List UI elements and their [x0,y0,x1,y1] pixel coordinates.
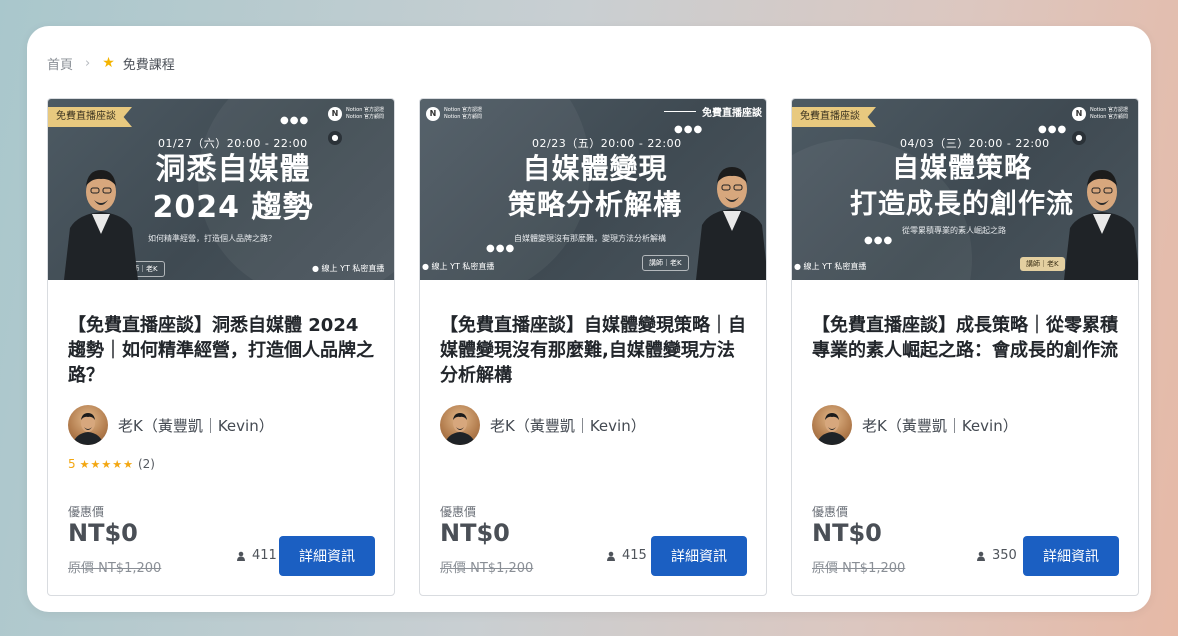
company-logo-icon: ● [328,131,342,145]
course-title[interactable]: 【免費直播座談】自媒體變現策略｜自媒體變現沒有那麼難,自媒體變現方法分析解構 [440,313,750,388]
thumb-headline-2: 策略分析解構 [507,188,682,221]
rating-count: (2) [137,457,155,471]
details-button[interactable]: 詳細資訊 [1023,536,1119,576]
notion-logo-icon: N [426,107,440,121]
course-thumbnail[interactable]: 免費直播座談 ●●● N Notion 官方認證 Notion 官方顧問 ● 04… [792,99,1138,280]
thumb-tag: 講師｜老K [642,255,689,271]
dots-icon: ●●● [674,124,704,135]
speaker-photo [1064,170,1138,280]
course-card[interactable]: 免費直播座談 N Notion 官方認證 Notion 官方顧問 ●●● 02/2… [419,98,767,596]
thumb-date: 01/27（六）20:00 - 22:00 [158,137,308,150]
thumb-headline-2: 打造成長的創作流 [850,189,1074,220]
speaker-photo [64,170,138,280]
course-title[interactable]: 【免費直播座談】成長策略｜從零累積專業的素人崛起之路：會成長的創作流 [812,313,1122,363]
details-button[interactable]: 詳細資訊 [651,536,747,576]
user-icon [977,551,985,561]
thumb-subtitle: 自媒體變現沒有那麼難，變現方法分析解構 [514,234,666,243]
dots-icon: ●●● [1038,124,1068,135]
thumb-headline-1: 自媒體策略 [892,153,1032,184]
student-count: 415 [606,548,647,563]
star-icon: ★ [102,55,115,71]
price: NT$0 [440,519,510,547]
breadcrumb: 首頁 › ★ 免費課程 [47,53,175,73]
original-price: 原價 NT$1,200 [68,561,162,576]
original-price: 原價 NT$1,200 [812,561,906,576]
student-count-value: 411 [252,548,277,563]
dots-icon: ●●● [280,115,310,126]
thumb-tag: 講師｜老K [1020,257,1065,271]
course-title[interactable]: 【免費直播座談】洞悉自媒體 2024 趨勢｜如何精準經營，打造個人品牌之路？ [68,313,378,388]
author: 老K（黃豐凱｜Kevin） [440,405,646,445]
student-count: 350 [976,548,1017,563]
author: 老K（黃豐凱｜Kevin） [812,405,1018,445]
course-panel: 首頁 › ★ 免費課程 免費直播座談 ●●● N Notion 官方認證 Noti… [27,26,1151,612]
user-icon [237,551,245,561]
thumb-live: ● 線上 YT 私密直播 [422,262,495,271]
student-count-value: 350 [992,548,1017,563]
thumb-ribbon: 免費直播座談 [48,107,132,127]
star-rating-icon: ★★★★★ [79,457,134,471]
thumb-subtitle: 如何精準經營，打造個人品牌之路？ [148,234,276,243]
speaker-photo [696,167,766,280]
thumb-headline-2: 2024 趨勢 [152,190,314,225]
avatar [812,405,852,445]
dots-icon: ●●● [864,235,894,246]
breadcrumb-home[interactable]: 首頁 [47,54,73,73]
notion-logo-icon: N [328,107,342,121]
thumb-live: ● 線上 YT 私密直播 [794,262,867,271]
avatar [440,405,480,445]
price: NT$0 [812,519,882,547]
course-thumbnail[interactable]: 免費直播座談 ●●● N Notion 官方認證 Notion 官方顧問 ● 01… [48,99,394,280]
thumb-ribbon: 免費直播座談 [792,107,876,127]
author: 老K（黃豐凱｜Kevin） [68,405,274,445]
price-label: 優惠價 [812,505,849,519]
thumb-live: ● 線上 YT 私密直播 [312,264,385,273]
avatar [68,405,108,445]
author-name: 老K（黃豐凱｜Kevin） [862,416,1018,435]
rating: 5 ★★★★★ (2) [68,457,155,471]
course-thumbnail[interactable]: 免費直播座談 N Notion 官方認證 Notion 官方顧問 ●●● 02/2… [420,99,766,280]
rating-score: 5 [68,457,76,471]
student-count-value: 415 [622,548,647,563]
dots-icon: ●●● [486,243,516,254]
thumb-date: 04/03（三）20:00 - 22:00 [900,137,1050,150]
logo-text: Notion 官方認證 Notion 官方顧問 [346,107,384,120]
author-name: 老K（黃豐凱｜Kevin） [118,416,274,435]
thumb-date: 02/23（五）20:00 - 22:00 [532,137,682,150]
price-label: 優惠價 [68,505,105,519]
thumb-top-label: 免費直播座談 [702,108,762,119]
student-count: 411 [236,548,277,563]
user-icon [607,551,615,561]
breadcrumb-current: 免費課程 [122,57,175,73]
thumb-headline-1: 自媒體變現 [522,152,668,185]
thumb-subtitle: 從零累積專業的素人崛起之路 [902,226,1006,235]
logo-text: Notion 官方認證 Notion 官方顧問 [444,107,482,120]
notion-logo-icon: N [1072,107,1086,121]
logo-text: Notion 官方認證 Notion 官方顧問 [1090,107,1128,120]
author-name: 老K（黃豐凱｜Kevin） [490,416,646,435]
thumb-headline-1: 洞悉自媒體 [155,152,311,187]
details-button[interactable]: 詳細資訊 [279,536,375,576]
price-label: 優惠價 [440,505,477,519]
price: NT$0 [68,519,138,547]
chevron-right-icon: › [85,55,91,71]
course-card[interactable]: 免費直播座談 ●●● N Notion 官方認證 Notion 官方顧問 ● 01… [47,98,395,596]
company-logo-icon: ● [1072,131,1086,145]
original-price: 原價 NT$1,200 [440,561,534,576]
course-card[interactable]: 免費直播座談 ●●● N Notion 官方認證 Notion 官方顧問 ● 04… [791,98,1139,596]
